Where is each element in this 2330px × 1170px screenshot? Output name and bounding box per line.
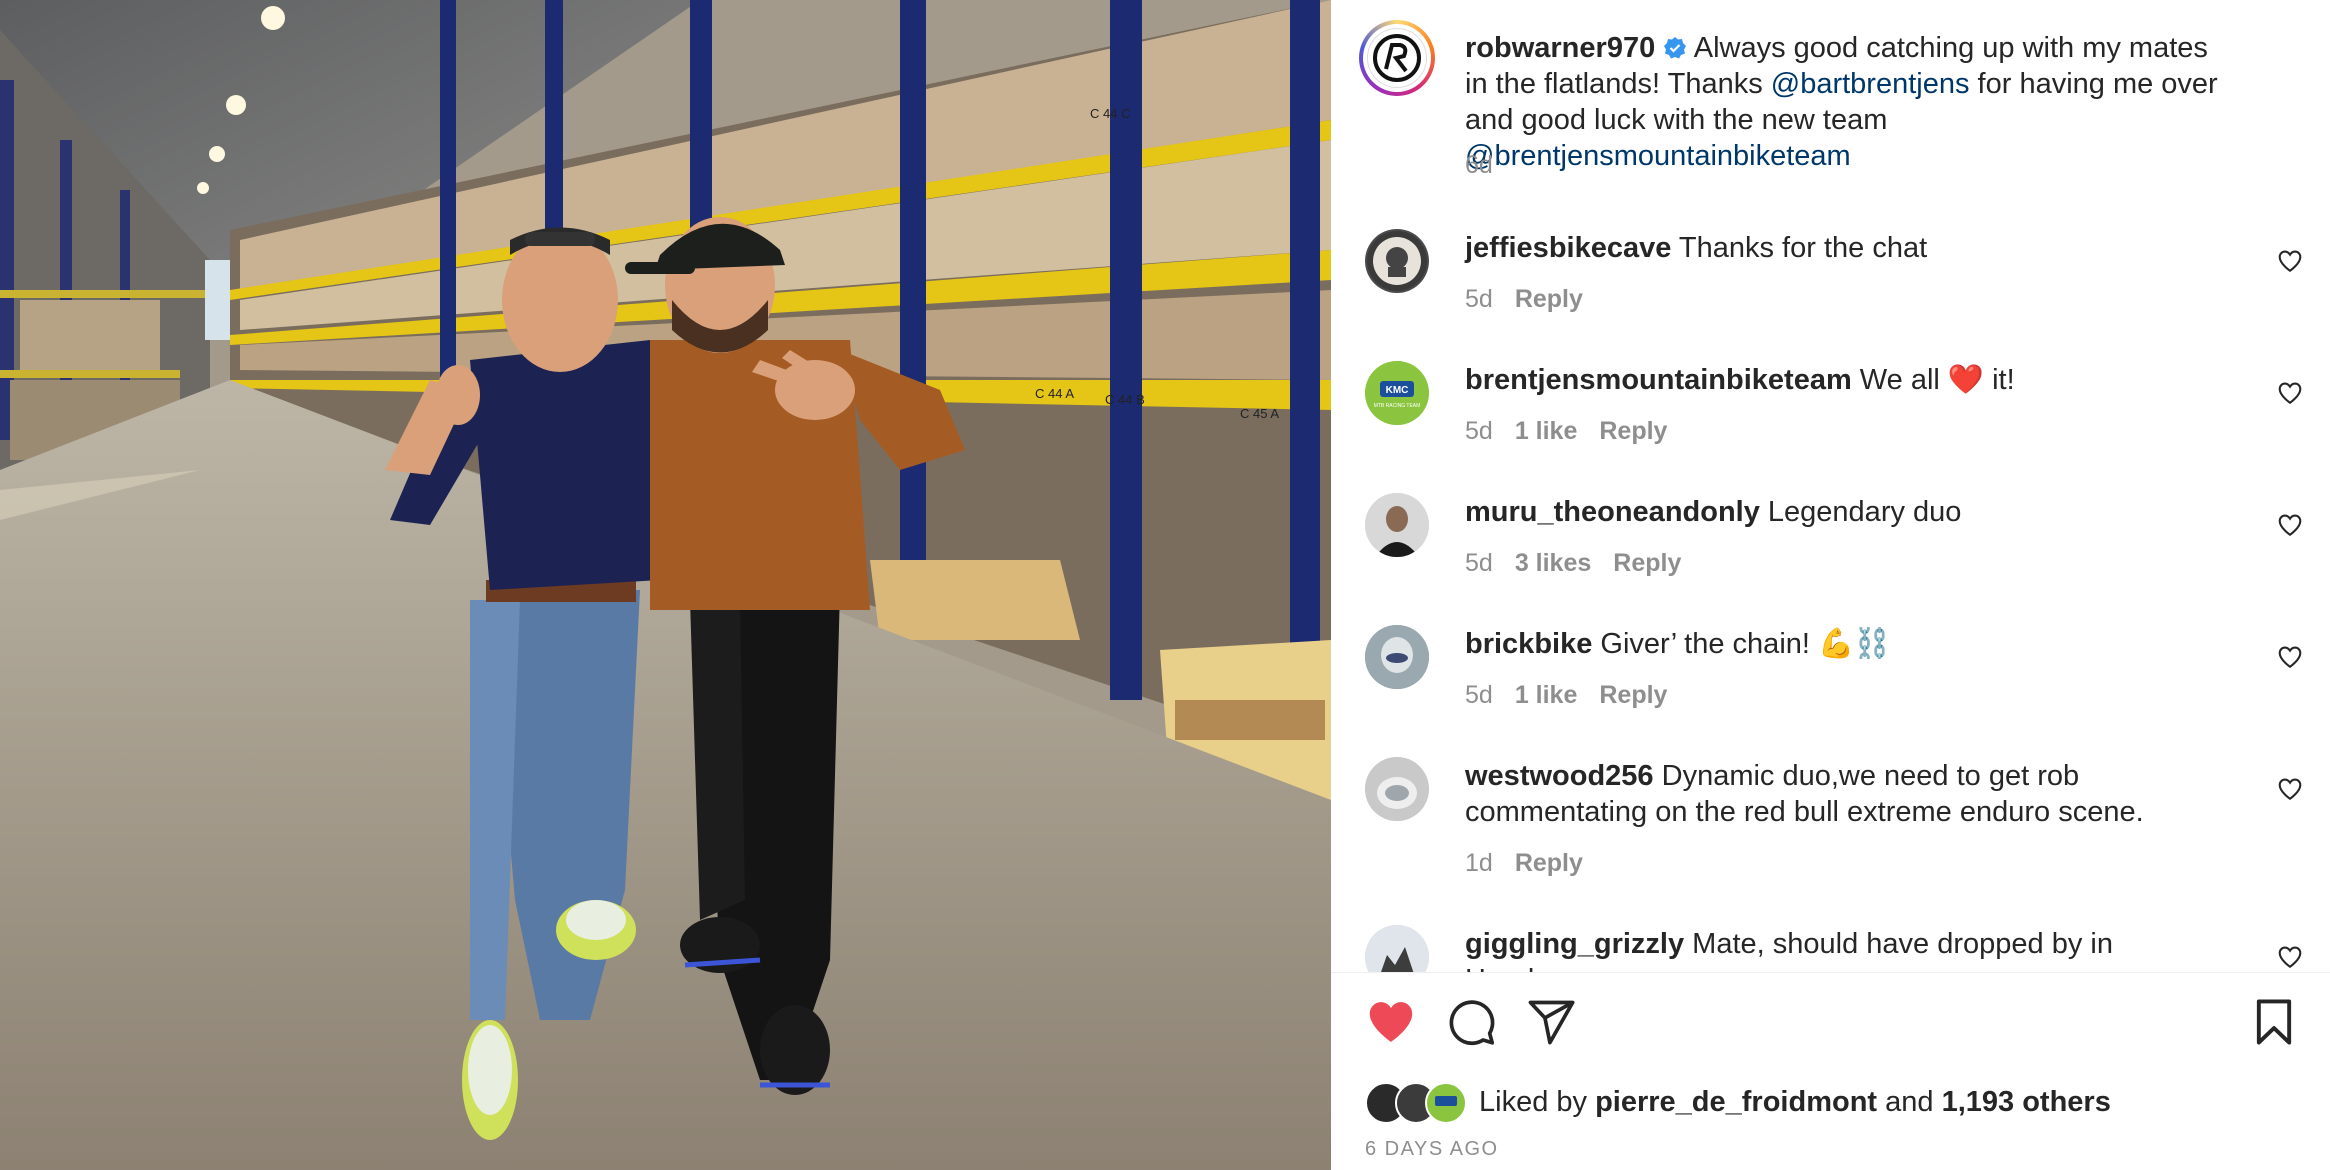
caption-text: robwarner970 Always good catching up wit… [1465,30,2225,174]
post-photo[interactable]: C 44 C C 44 A C 44 B C 45 A [0,0,1331,1170]
comment-like-count[interactable]: 1 like [1515,681,1578,709]
rack-label: C 44 C [1090,106,1130,121]
comment-meta: 1d Reply [1465,849,1605,878]
comment-body: We all ❤️ it! [1851,364,2015,396]
heart-outline-icon[interactable] [2277,944,2303,970]
reply-button[interactable]: Reply [1515,285,1583,313]
comment-like-count[interactable]: 1 like [1515,417,1578,445]
comment-username[interactable]: giggling_grizzly [1465,928,1684,960]
reply-button[interactable]: Reply [1515,849,1583,877]
heart-outline-icon[interactable] [2277,512,2303,538]
avatar[interactable] [1365,925,1429,972]
comment-time[interactable]: 5d [1465,549,1493,577]
heart-outline-icon[interactable] [2277,776,2303,802]
avatar-logo-text: KMC [1386,385,1409,396]
avatar[interactable] [1365,229,1429,293]
comment-username[interactable]: brentjensmountainbiketeam [1465,364,1852,396]
rack-label: C 44 B [1105,392,1145,407]
heart-outline-icon[interactable] [2277,380,2303,406]
reply-button[interactable]: Reply [1599,681,1667,709]
action-bar [1331,996,2330,1056]
comment-body: Legendary duo [1759,496,1962,528]
heart-outline-icon[interactable] [2277,644,2303,670]
comment-text: westwood256 Dynamic duo,we need to get r… [1465,758,2225,830]
rack-label: C 45 A [1240,406,1279,421]
comment-username[interactable]: muru_theoneandonly [1465,496,1760,528]
comment-text: brickbike Giver’ the chain! 💪⛓️ [1465,626,2225,662]
author-avatar[interactable] [1359,20,1435,96]
avatar[interactable] [1365,493,1429,557]
mention-link[interactable]: @brentjensmountainbiketeam [1465,140,1851,172]
avatar[interactable]: KMC MTB RACING TEAM [1365,361,1429,425]
mention-link[interactable]: @bartbrentjens [1771,68,1970,100]
comment-text: giggling_grizzly Mate, should have dropp… [1465,926,2225,972]
comment-username[interactable]: jeffiesbikecave [1465,232,1671,264]
reply-button[interactable]: Reply [1613,549,1681,577]
comment-username[interactable]: westwood256 [1465,760,1654,792]
likes-middle: and [1877,1085,1942,1118]
post-side-panel: robwarner970 Always good catching up wit… [1331,0,2330,1170]
comment-time[interactable]: 1d [1465,849,1493,877]
avatar[interactable] [1365,625,1429,689]
post-date[interactable]: 6 DAYS AGO [1365,1138,1499,1161]
likes-text: Liked by pierre_de_froidmont and 1,193 o… [1479,1086,2111,1119]
comment-meta: 5d 1 like Reply [1465,417,1689,446]
post-caption: robwarner970 Always good catching up wit… [1331,0,2330,190]
comment-text: jeffiesbikecave Thanks for the chat [1465,230,2225,266]
likes-prefix: Liked by [1479,1085,1596,1118]
author-username[interactable]: robwarner970 [1465,32,1655,64]
bookmark-icon[interactable] [2248,996,2300,1048]
share-icon[interactable] [1525,996,1577,1048]
post-time[interactable]: 6d [1465,151,1493,180]
likes-summary: Liked by pierre_de_froidmont and 1,193 o… [1365,1080,2111,1124]
comment-meta: 5d 1 like Reply [1465,681,1689,710]
liker-avatars[interactable] [1365,1082,1475,1124]
comment-text: brentjensmountainbiketeam We all ❤️ it! [1465,362,2225,398]
likes-count[interactable]: 1,193 others [1942,1086,2111,1118]
comment-text: muru_theoneandonly Legendary duo [1465,494,2225,530]
comment-meta: 5d Reply [1465,285,1605,314]
reply-button[interactable]: Reply [1599,417,1667,445]
comment-time[interactable]: 5d [1465,417,1493,445]
verified-badge-icon [1663,33,1687,59]
comment-time[interactable]: 5d [1465,681,1493,709]
comment-username[interactable]: brickbike [1465,628,1592,660]
avatar-logo-subtext: MTB RACING TEAM [1374,403,1421,409]
comment-body: Giver’ the chain! 💪⛓️ [1592,628,1891,660]
rack-label: C 44 A [1035,386,1074,401]
comments-list[interactable]: robwarner970 Always good catching up wit… [1331,0,2330,972]
comment-meta: 5d 3 likes Reply [1465,549,1703,578]
avatar[interactable] [1365,757,1429,821]
heart-filled-icon[interactable] [1365,996,1417,1048]
liker-username[interactable]: pierre_de_froidmont [1595,1086,1877,1118]
divider [1331,972,2330,973]
comment-body: Thanks for the chat [1671,232,1928,264]
heart-outline-icon[interactable] [2277,248,2303,274]
avatar [1425,1082,1467,1124]
comment-time[interactable]: 5d [1465,285,1493,313]
comment-icon[interactable] [1445,996,1497,1048]
comment-like-count[interactable]: 3 likes [1515,549,1591,577]
